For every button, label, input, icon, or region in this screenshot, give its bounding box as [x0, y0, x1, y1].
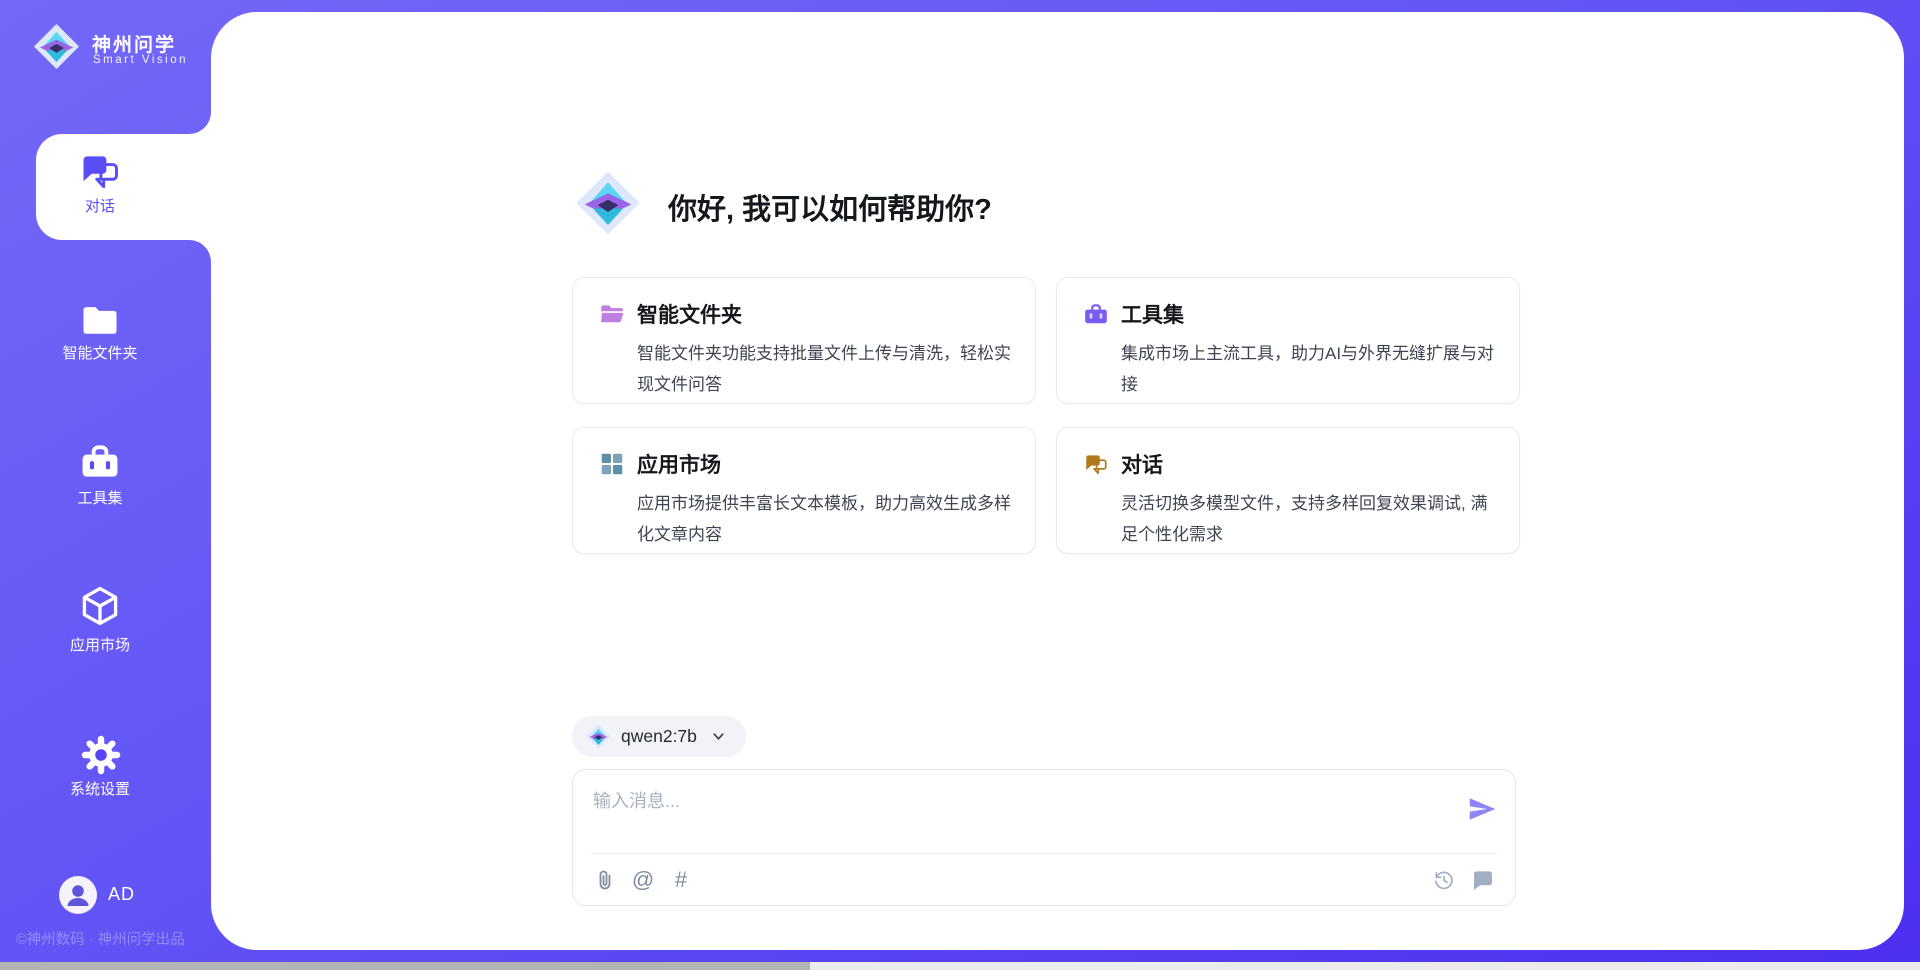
greeting-title: 你好, 我可以如何帮助你? [668, 186, 992, 228]
sidebar-item-label: 对话 [0, 195, 200, 216]
scrollbar-thumb[interactable] [0, 962, 810, 970]
app-root: 神州问学 Smart Vision 对话 智能文件夹 工具集 [0, 0, 1920, 970]
message-composer: @ # [572, 769, 1516, 906]
sidebar-item-label: 智能文件夹 [0, 342, 200, 363]
sidebar-item-label: 系统设置 [0, 778, 200, 799]
card-smart-folder[interactable]: 智能文件夹 智能文件夹功能支持批量文件上传与清洗，轻松实现文件问答 [572, 277, 1036, 404]
card-description: 应用市场提供丰富长文本模板，助力高效生成多样化文章内容 [637, 488, 1019, 550]
brand-subtitle: Smart Vision [93, 54, 188, 66]
sidebar-item-label: 应用市场 [0, 634, 200, 655]
user-name: AD [108, 884, 135, 905]
avatar [59, 876, 97, 914]
history-icon [1432, 868, 1456, 892]
chevron-down-icon [711, 729, 726, 744]
model-logo-icon [586, 724, 611, 749]
feature-cards: 智能文件夹 智能文件夹功能支持批量文件上传与清洗，轻松实现文件问答 工具集 [572, 277, 1520, 554]
paperclip-icon [593, 868, 617, 892]
card-title: 对话 [1121, 449, 1163, 479]
history-button[interactable] [1432, 868, 1456, 892]
folder-icon [78, 298, 122, 342]
send-button[interactable] [1467, 794, 1497, 824]
card-toolset[interactable]: 工具集 集成市场上主流工具，助力AI与外界无缝扩展与对接 [1056, 277, 1520, 404]
horizontal-scrollbar [0, 962, 1920, 970]
sidebar-item-chat[interactable]: 对话 [36, 134, 211, 240]
send-icon [1467, 794, 1497, 824]
cube-icon [78, 584, 122, 628]
composer-divider [591, 853, 1497, 854]
card-title: 智能文件夹 [637, 299, 742, 329]
sidebar-item-label: 工具集 [0, 487, 200, 508]
copyright-text: ©神州数码 · 神州问学出品 [16, 928, 185, 949]
model-selector[interactable]: qwen2:7b [572, 716, 746, 757]
brand-name: 神州问学 [92, 30, 176, 57]
app-grid-icon [599, 451, 625, 477]
brand-logo-icon [33, 23, 80, 70]
chat-icon [1083, 451, 1109, 477]
card-title: 应用市场 [637, 449, 721, 479]
model-name: qwen2:7b [621, 726, 697, 747]
card-description: 灵活切换多模型文件，支持多样回复效果调试, 满足个性化需求 [1121, 488, 1503, 550]
mention-button[interactable]: @ [631, 868, 655, 892]
attach-file-button[interactable] [593, 868, 617, 892]
toolbox-icon [78, 440, 122, 484]
gear-icon [79, 733, 123, 777]
brand: 神州问学 Smart Vision [0, 0, 211, 100]
conversation-button[interactable] [1471, 868, 1495, 892]
hashtag-button[interactable]: # [669, 868, 693, 892]
user-profile[interactable]: AD [59, 876, 179, 914]
toolbox-icon [1083, 301, 1109, 327]
message-input[interactable] [593, 784, 1453, 818]
message-bubble-icon [1471, 868, 1495, 892]
card-title: 工具集 [1121, 299, 1184, 329]
greeting-logo-icon [575, 170, 641, 236]
card-description: 智能文件夹功能支持批量文件上传与清洗，轻松实现文件问答 [637, 338, 1019, 400]
card-app-market[interactable]: 应用市场 应用市场提供丰富长文本模板，助力高效生成多样化文章内容 [572, 427, 1036, 554]
folder-open-icon [599, 301, 625, 327]
chat-icon [78, 149, 122, 193]
card-chat[interactable]: 对话 灵活切换多模型文件，支持多样回复效果调试, 满足个性化需求 [1056, 427, 1520, 554]
card-description: 集成市场上主流工具，助力AI与外界无缝扩展与对接 [1121, 338, 1503, 400]
